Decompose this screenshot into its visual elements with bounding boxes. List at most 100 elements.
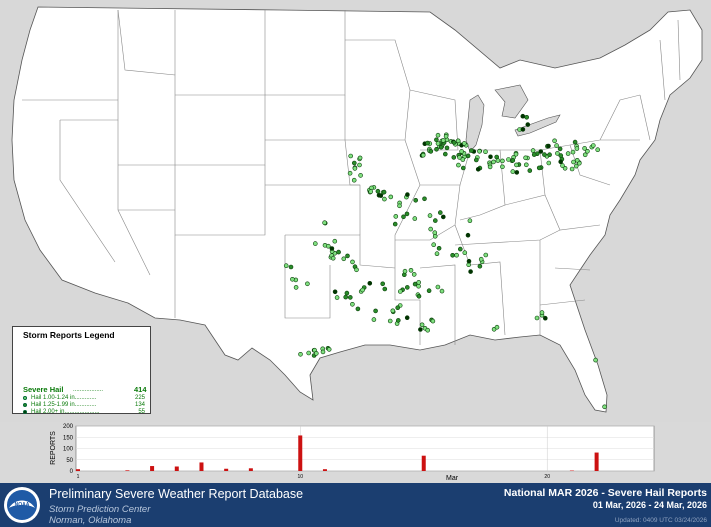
hail-report-marker xyxy=(390,308,396,314)
hail-report-marker xyxy=(483,252,489,258)
hail-report-marker xyxy=(373,308,378,314)
daily-reports-chart: REPORTS 200 150 100 50 0 1 10 20 Mar xyxy=(50,424,655,482)
hail-report-marker xyxy=(451,140,457,145)
hail-report-marker xyxy=(571,159,576,165)
hail-report-marker xyxy=(574,146,580,151)
hail-report-marker xyxy=(397,289,403,294)
noaa-logo-text: NOAA xyxy=(15,502,30,508)
hail-report-marker xyxy=(387,318,393,324)
updated-timestamp: Updated: 0409 UTC 03/24/2026 xyxy=(614,517,707,524)
hail-report-marker xyxy=(431,242,437,247)
hail-report-marker xyxy=(590,143,596,148)
hail-report-marker xyxy=(354,267,359,273)
hail-report-marker xyxy=(460,157,466,162)
chart-y-tick-label: 100 xyxy=(63,447,74,453)
hail-report-marker xyxy=(432,218,438,223)
hail-report-marker xyxy=(322,220,327,225)
hail-report-marker xyxy=(357,162,362,168)
hail-report-marker xyxy=(422,196,427,202)
hail-report-marker xyxy=(513,151,519,157)
hail-report-marker xyxy=(475,167,481,172)
chart-x-tick-label: 20 xyxy=(544,474,550,480)
hail-report-marker xyxy=(466,258,472,264)
hail-report-marker xyxy=(547,152,552,157)
hail-report-marker xyxy=(305,281,310,287)
hail-report-marker xyxy=(546,160,552,166)
hail-report-marker xyxy=(510,169,516,174)
chart-bar xyxy=(594,452,599,471)
hail-report-marker xyxy=(494,154,500,160)
hail-report-marker xyxy=(347,170,353,176)
hail-report-marker xyxy=(554,143,559,148)
chart-y-ticks: 200 150 100 50 0 xyxy=(63,424,74,475)
chart-bar xyxy=(298,435,303,471)
hail-report-marker xyxy=(283,263,289,269)
hail-report-marker xyxy=(442,151,448,157)
legend-category-label: Severe Hail xyxy=(23,385,64,394)
hail-report-marker xyxy=(332,238,338,244)
hail-report-marker xyxy=(404,211,410,217)
legend-total: 414 xyxy=(134,385,147,394)
hail-report-marker xyxy=(454,252,459,258)
chart-bar xyxy=(224,468,229,471)
hail-report-marker xyxy=(352,166,358,171)
hail-report-marker xyxy=(473,157,479,163)
hail-report-marker xyxy=(435,284,441,290)
hail-report-marker xyxy=(419,322,425,328)
hail-report-marker xyxy=(450,253,455,258)
chart-bar xyxy=(76,469,80,471)
hail-report-marker xyxy=(293,285,299,290)
hail-report-marker xyxy=(425,140,430,146)
hail-report-marker xyxy=(401,214,406,220)
report-date-range: 01 Mar, 2026 - 24 Mar, 2026 xyxy=(592,500,707,510)
hail-report-marker xyxy=(558,159,564,165)
hail-report-marker xyxy=(380,281,386,287)
hail-report-marker xyxy=(388,194,394,200)
hail-report-marker xyxy=(382,196,387,202)
hail-report-marker xyxy=(425,327,431,333)
hail-report-marker xyxy=(525,122,531,127)
hail-report-marker xyxy=(290,276,295,282)
legend-row-label: Hail 1.00-1.24 in............. xyxy=(31,395,97,401)
chart-y-tick-label: 200 xyxy=(63,424,74,430)
chart-y-tick-label: 0 xyxy=(70,469,74,475)
chart-bar xyxy=(248,468,253,471)
hail-report-marker xyxy=(357,155,363,161)
hail-report-marker xyxy=(538,149,544,154)
hail-report-marker xyxy=(467,218,473,223)
hail-large-marker-icon xyxy=(23,410,27,414)
noaa-logo-icon: NOAA xyxy=(4,487,40,523)
center-location: Norman, Oklahoma xyxy=(49,515,132,526)
hail-report-marker xyxy=(534,315,540,321)
hail-report-marker xyxy=(573,163,579,169)
hail-report-marker xyxy=(477,263,483,269)
hail-report-marker xyxy=(435,132,441,138)
hail-report-marker xyxy=(468,269,473,274)
hail-report-marker xyxy=(375,188,381,194)
hail-report-marker xyxy=(332,289,338,295)
legend-title: Storm Reports Legend xyxy=(23,330,115,340)
hail-report-marker xyxy=(506,157,511,162)
hail-report-marker xyxy=(367,280,373,286)
hail-report-marker xyxy=(416,280,422,285)
hail-report-marker xyxy=(437,210,443,215)
hail-report-marker xyxy=(595,147,601,152)
chart-bar xyxy=(125,470,130,471)
hail-report-marker xyxy=(459,149,464,154)
hail-report-marker xyxy=(536,165,542,171)
hail-report-marker xyxy=(336,249,341,255)
hail-report-marker xyxy=(542,152,547,157)
hail-report-marker xyxy=(392,221,398,227)
hail-report-marker xyxy=(514,170,520,175)
hail-report-marker xyxy=(355,306,361,312)
hail-report-marker xyxy=(395,305,401,311)
hail-report-marker xyxy=(418,327,423,332)
hail-report-marker xyxy=(514,162,519,168)
hail-report-marker xyxy=(487,164,493,170)
hail-report-marker xyxy=(523,162,529,168)
hail-report-marker xyxy=(320,349,326,355)
hail-report-marker xyxy=(434,251,440,256)
hail-report-marker xyxy=(435,141,441,146)
hail-report-marker xyxy=(520,113,526,119)
hail-report-marker xyxy=(312,241,318,246)
